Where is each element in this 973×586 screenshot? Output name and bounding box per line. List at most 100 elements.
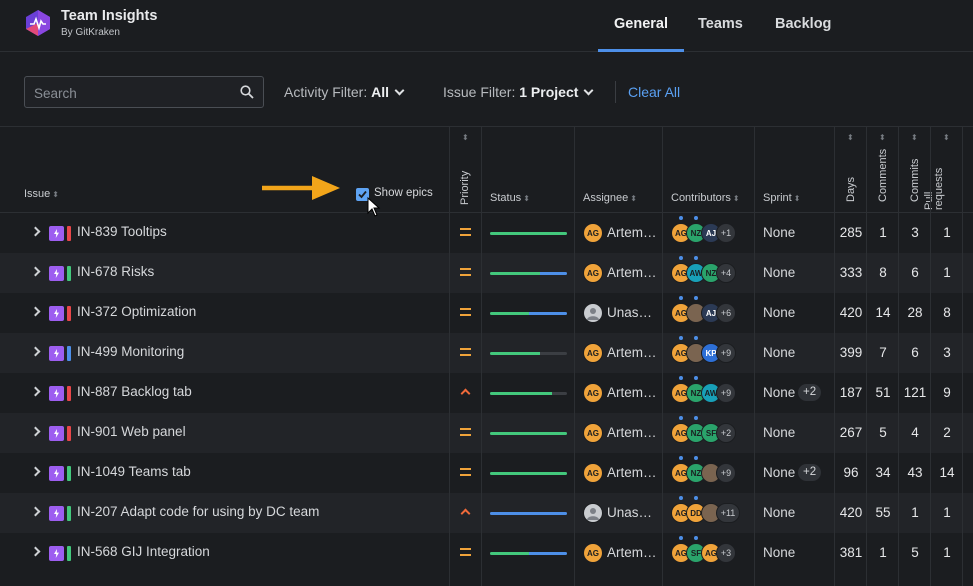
column-header-commits[interactable]: Commits	[909, 159, 921, 202]
sort-icon[interactable]: ⬍	[879, 133, 886, 142]
sprint-more-badge[interactable]: +2	[798, 384, 822, 401]
column-header-assignee[interactable]: Assignee ⬍	[583, 192, 637, 204]
issue-link[interactable]: IN-887 Backlog tab	[77, 384, 192, 399]
column-header-status[interactable]: Status ⬍	[490, 192, 530, 204]
column-header-priority[interactable]: Priority	[459, 171, 471, 205]
contributors-more-badge[interactable]: +3	[716, 543, 736, 563]
sort-icon[interactable]: ⬍	[847, 133, 854, 142]
chevron-right-icon[interactable]	[30, 306, 41, 317]
comments-value: 5	[879, 425, 887, 440]
assignee-name[interactable]: Artem…	[607, 425, 657, 440]
issue-link[interactable]: IN-1049 Teams tab	[77, 464, 191, 479]
contributors-more-badge[interactable]: +9	[716, 463, 736, 483]
table-row[interactable]: IN-1049 Teams tab AG Artem… AG NZ +9 None +2 96 3…	[0, 453, 973, 493]
status-progress-bar	[490, 512, 567, 515]
column-header-pull-requests[interactable]: Pull requests	[923, 158, 945, 210]
assignee-name[interactable]: Unas…	[607, 305, 652, 320]
show-epics-label[interactable]: Show epics	[374, 187, 433, 199]
contributors-more-badge[interactable]: +1	[716, 223, 736, 243]
assignee-name[interactable]: Artem…	[607, 345, 657, 360]
contributors-more-badge[interactable]: +11	[716, 503, 740, 523]
activity-dot-icon	[694, 296, 698, 300]
sort-icon[interactable]: ⬍	[462, 133, 469, 142]
arrow-annotation-icon	[262, 176, 340, 200]
activity-dot-icon	[679, 496, 683, 500]
assignee-name[interactable]: Artem…	[607, 465, 657, 480]
search-icon[interactable]	[240, 85, 254, 99]
contributors-more-badge[interactable]: +4	[716, 263, 736, 283]
issue-link[interactable]: IN-372 Optimization	[77, 304, 196, 319]
chevron-right-icon[interactable]	[30, 546, 41, 557]
assignee-avatar: AG	[583, 543, 603, 563]
epic-lightning-icon	[49, 346, 64, 361]
chevron-right-icon[interactable]	[30, 266, 41, 277]
clear-all-button[interactable]: Clear All	[628, 84, 680, 100]
issue-color-bar	[67, 266, 71, 281]
activity-dot-icon	[694, 496, 698, 500]
issue-color-bar	[67, 346, 71, 361]
chevron-right-icon[interactable]	[30, 506, 41, 517]
table-row[interactable]: IN-901 Web panel AG Artem… AG NZ SF +2 None 267 5…	[0, 413, 973, 453]
sort-icon[interactable]: ⬍	[911, 133, 918, 142]
activity-filter-dropdown[interactable]: Activity Filter: All	[284, 84, 405, 100]
table-row[interactable]: IN-839 Tooltips AG Artem… AG NZ AJ +1 None 285 1 3…	[0, 213, 973, 253]
status-progress-bar	[490, 472, 567, 475]
chevron-right-icon[interactable]	[30, 466, 41, 477]
sort-icon[interactable]: ⬍	[943, 133, 950, 142]
activity-dot-icon	[694, 336, 698, 340]
sprint-value: None	[763, 265, 796, 280]
tab-general[interactable]: General	[614, 16, 668, 32]
chevron-right-icon[interactable]	[30, 226, 41, 237]
issue-link[interactable]: IN-207 Adapt code for using by DC team	[77, 504, 319, 519]
table-row[interactable]: IN-887 Backlog tab AG Artem… AG NZ AW +9 None +2…	[0, 373, 973, 413]
assignee-name[interactable]: Artem…	[607, 265, 657, 280]
column-header-sprint[interactable]: Sprint ⬍	[763, 192, 800, 204]
table-row[interactable]: IN-678 Risks AG Artem… AG AW NZ +4 None 333 8 6 1	[0, 253, 973, 293]
days-value: 399	[839, 345, 863, 360]
assignee-name[interactable]: Artem…	[607, 385, 657, 400]
tab-teams[interactable]: Teams	[698, 16, 743, 32]
assignee-name[interactable]: Artem…	[607, 225, 657, 240]
chevron-right-icon[interactable]	[30, 426, 41, 437]
issue-filter-dropdown[interactable]: Issue Filter: 1 Project	[443, 84, 594, 100]
search-input[interactable]	[34, 83, 234, 103]
issue-link[interactable]: IN-901 Web panel	[77, 424, 186, 439]
assignee-name[interactable]: Unas…	[607, 505, 652, 520]
chevron-right-icon[interactable]	[30, 386, 41, 397]
table-row[interactable]: IN-207 Adapt code for using by DC team Un…	[0, 493, 973, 533]
issue-link[interactable]: IN-568 GIJ Integration	[77, 544, 210, 559]
column-header-comments[interactable]: Comments	[877, 149, 889, 202]
table-row[interactable]: IN-372 Optimization Unas… AG AJ +6 None 420 14 2…	[0, 293, 973, 333]
assignee-avatar: AG	[583, 263, 603, 283]
issue-link[interactable]: IN-678 Risks	[77, 264, 154, 279]
column-divider	[930, 127, 931, 586]
chevron-right-icon[interactable]	[30, 346, 41, 357]
tab-backlog[interactable]: Backlog	[775, 16, 831, 32]
priority-medium-icon	[460, 268, 471, 276]
table-row[interactable]: IN-499 Monitoring AG Artem… AG KP +9 None 399 7 6…	[0, 333, 973, 373]
issue-filter-label: Issue Filter:	[443, 84, 516, 100]
contributors-more-badge[interactable]: +2	[716, 423, 736, 443]
column-header-contributors[interactable]: Contributors ⬍	[671, 192, 740, 204]
pull-requests-value: 1	[943, 505, 951, 520]
assignee-avatar: AG	[583, 463, 603, 483]
issue-color-bar	[67, 546, 71, 561]
contributors-more-badge[interactable]: +9	[716, 383, 736, 403]
contributors-more-badge[interactable]: +9	[716, 343, 736, 363]
pull-requests-value: 14	[939, 465, 955, 480]
epic-lightning-icon	[49, 466, 64, 481]
assignee-name[interactable]: Artem…	[607, 545, 657, 560]
activity-dot-icon	[694, 256, 698, 260]
sprint-more-badge[interactable]: +2	[798, 464, 822, 481]
issue-link[interactable]: IN-839 Tooltips	[77, 224, 167, 239]
pull-requests-value: 8	[943, 305, 951, 320]
commits-value: 5	[911, 545, 919, 560]
days-value: 420	[839, 505, 863, 520]
table-row[interactable]: IN-568 GIJ Integration AG Artem… AG SF AG +3 No…	[0, 533, 973, 573]
column-header-issue[interactable]: Issue ⬍	[24, 188, 59, 200]
contributors-more-badge[interactable]: +6	[716, 303, 736, 323]
commits-value: 6	[911, 265, 919, 280]
column-header-days[interactable]: Days	[845, 177, 857, 202]
issue-link[interactable]: IN-499 Monitoring	[77, 344, 184, 359]
priority-high-icon	[460, 508, 471, 519]
